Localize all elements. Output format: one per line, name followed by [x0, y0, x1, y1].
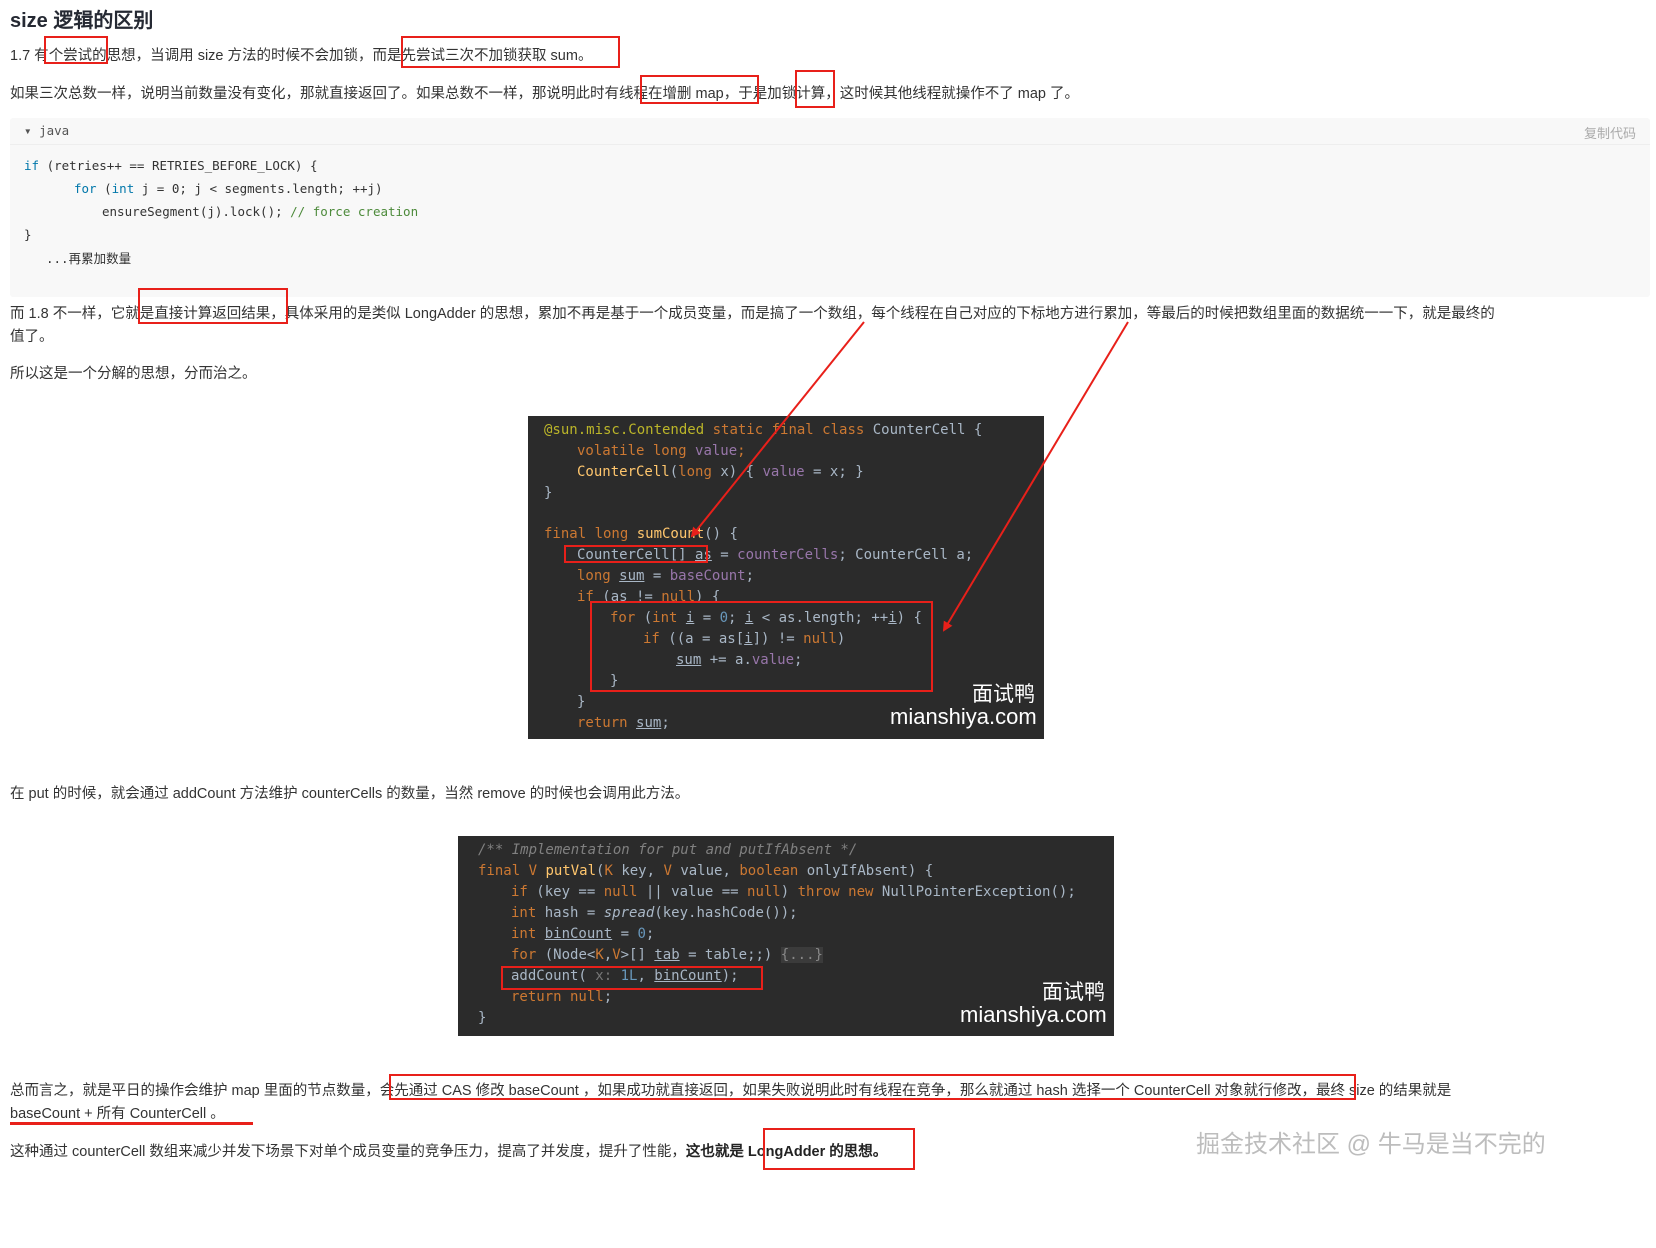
annotation-arrows: [690, 321, 1129, 632]
arrow-line: [690, 321, 865, 538]
arrow-line: [942, 321, 1129, 632]
